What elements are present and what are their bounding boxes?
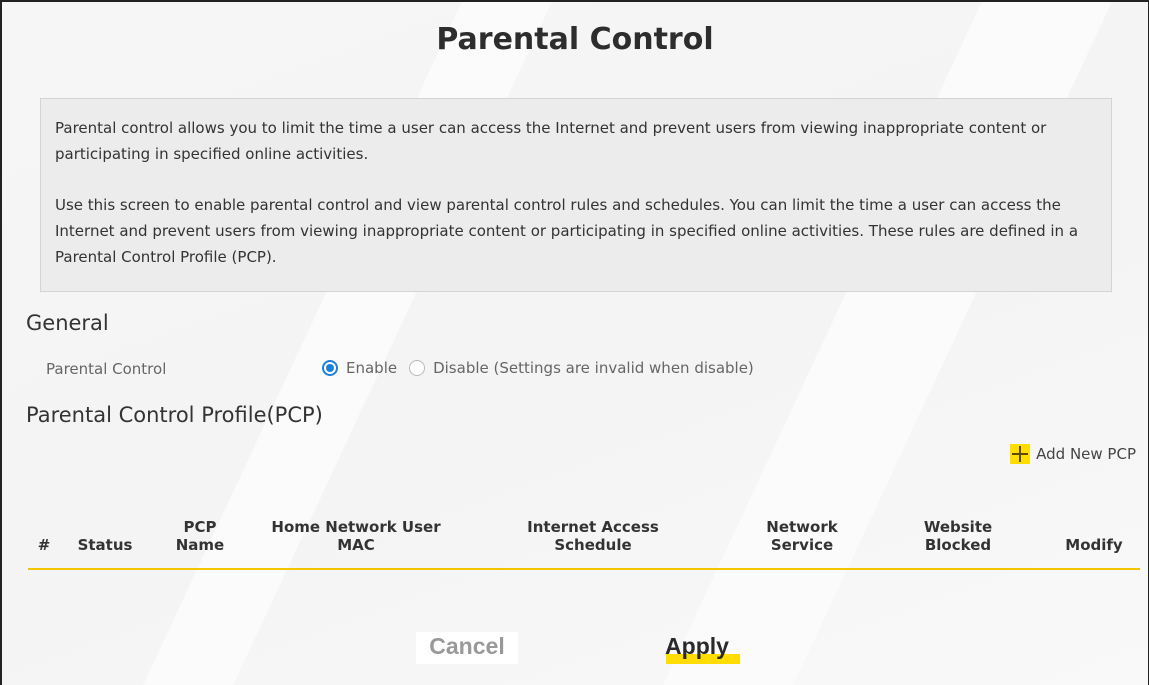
add-new-pcp-button[interactable]: Add New PCP — [1010, 444, 1136, 464]
pcp-table-header: # Status PCP Name Home Network User MAC … — [28, 518, 1140, 570]
apply-button[interactable]: Apply — [656, 632, 738, 664]
description-paragraph: Parental control allows you to limit the… — [55, 119, 1047, 163]
column-header-line: Name — [175, 536, 225, 554]
column-header-line: Home Network User — [271, 518, 441, 536]
column-header-modify: Modify — [1065, 536, 1123, 554]
cancel-button[interactable]: Cancel — [416, 632, 518, 664]
column-header-website-blocked: Website Blocked — [908, 518, 1008, 554]
column-header-line: MAC — [337, 536, 375, 554]
column-header-network-service: Network Service — [752, 518, 852, 554]
plus-icon — [1010, 444, 1031, 464]
general-section-title: General — [26, 311, 109, 335]
column-header-line: Website — [923, 518, 993, 536]
column-header-line: Internet Access — [527, 518, 659, 536]
disable-radio-label[interactable]: Disable (Settings are invalid when disab… — [433, 359, 754, 377]
column-header-line: Network — [766, 518, 838, 536]
enable-radio-label[interactable]: Enable — [346, 359, 397, 377]
column-header-schedule: Internet Access Schedule — [508, 518, 678, 554]
parental-control-label: Parental Control — [46, 360, 167, 378]
column-header-line: Service — [770, 536, 834, 554]
column-header-line: PCP — [183, 518, 217, 536]
enable-radio[interactable] — [322, 360, 338, 376]
column-header-index: # — [37, 536, 51, 554]
description-box: Parental control allows you to limit the… — [40, 98, 1112, 292]
description-paragraph: Use this screen to enable parental contr… — [55, 196, 1079, 266]
column-header-pcp-name: PCP Name — [164, 518, 236, 554]
column-header-line: Blocked — [924, 536, 992, 554]
disable-radio[interactable] — [409, 360, 426, 376]
page-title: Parental Control — [436, 22, 714, 57]
parental-control-radio-group: Enable Disable (Settings are invalid whe… — [322, 359, 766, 377]
column-header-line: Schedule — [554, 536, 632, 554]
parental-control-page: Parental Control Parental control allows… — [0, 0, 1149, 685]
column-header-user-mac: Home Network User MAC — [256, 518, 456, 554]
pcp-section-title: Parental Control Profile(PCP) — [26, 403, 323, 427]
add-new-pcp-label: Add New PCP — [1036, 445, 1136, 463]
column-header-status: Status — [77, 536, 133, 554]
